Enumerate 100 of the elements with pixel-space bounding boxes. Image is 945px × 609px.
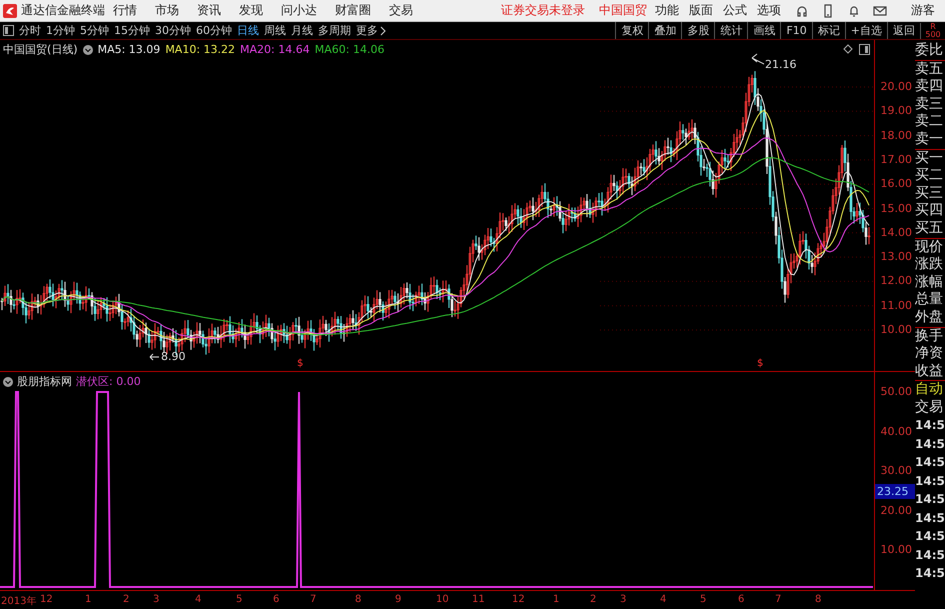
low-price-label: 8.90 xyxy=(161,350,186,363)
price-axis-label: 15.00 xyxy=(880,202,912,214)
quote-label: 卖三 xyxy=(915,96,944,114)
menu-item[interactable]: 资讯 xyxy=(197,2,221,19)
date-axis-label: 10 xyxy=(436,594,449,605)
date-axis-label: 12 xyxy=(40,594,53,605)
period-tab[interactable]: 日线 xyxy=(237,23,259,38)
indicator-axis-label: 40.00 xyxy=(880,424,912,438)
ma-reading: MA10: 13.22 xyxy=(165,43,236,56)
high-price-label: 21.16 xyxy=(765,58,796,71)
trade-time: 14:5 xyxy=(915,454,945,472)
menu-item[interactable]: 行情 xyxy=(113,2,137,19)
quote-label: 自动 xyxy=(915,381,944,399)
price-axis-label: 14.00 xyxy=(880,226,912,239)
panel-toggle-icon[interactable] xyxy=(3,25,14,36)
toolbar-button[interactable]: 返回 xyxy=(887,22,920,39)
app-logo-icon xyxy=(3,4,17,18)
window-toggle-icon[interactable] xyxy=(859,44,870,55)
current-value-tag: 23.25 xyxy=(875,484,915,499)
bell-icon[interactable] xyxy=(847,4,861,18)
toolbar-button[interactable]: 标记 xyxy=(812,22,845,39)
quote-label: 净资 xyxy=(915,345,944,363)
menu-item[interactable]: 功能 xyxy=(655,2,679,19)
quote-label: 总量 xyxy=(915,291,944,309)
corner-label: R 500 xyxy=(920,22,945,38)
quote-label: 买三 xyxy=(915,184,944,202)
dropdown-icon[interactable] xyxy=(82,44,93,54)
trade-time: 14:5 xyxy=(915,510,945,527)
dropdown-icon[interactable] xyxy=(3,376,13,386)
date-axis-label: 3 xyxy=(620,594,626,605)
quote-label: 买一 xyxy=(915,150,944,168)
status-notice: 中国国贸 xyxy=(599,2,647,19)
date-axis-label: 1 xyxy=(553,594,560,605)
quote-label: 卖四 xyxy=(915,78,944,96)
menu-item[interactable]: 选项 xyxy=(757,2,781,19)
menu-item[interactable]: 版面 xyxy=(689,2,713,19)
toolbar-button[interactable]: 统计 xyxy=(714,22,748,39)
date-axis-label: 9 xyxy=(395,594,402,605)
ma-reading: MA20: 14.64 xyxy=(240,43,310,56)
trade-time: 14:5 xyxy=(915,417,945,434)
period-tab[interactable]: 月线 xyxy=(291,23,313,38)
price-axis-label: 16.00 xyxy=(880,177,912,190)
headset-icon[interactable] xyxy=(795,4,809,18)
mail-icon[interactable] xyxy=(873,4,887,18)
period-tab[interactable]: 15分钟 xyxy=(114,23,150,38)
app-title: 通达信金融终端 xyxy=(21,2,105,19)
event-marker: $ xyxy=(297,358,304,369)
date-axis-label: 2013年 xyxy=(1,595,36,608)
toolbar-button[interactable]: 叠加 xyxy=(648,22,682,39)
date-axis-label: 7 xyxy=(775,594,782,605)
ma-reading: MA5: 13.09 xyxy=(98,43,160,56)
date-axis-label: 5 xyxy=(236,594,242,605)
period-tab[interactable]: 分时 xyxy=(19,23,41,38)
trade-time: 14:5 xyxy=(915,436,945,453)
quote-label: 外盘 xyxy=(915,308,944,326)
quote-label: 换手 xyxy=(915,328,944,346)
trade-time: 14:5 xyxy=(915,472,945,490)
toolbar-button[interactable]: 多股 xyxy=(681,22,714,39)
toolbar-button[interactable]: 复权 xyxy=(615,22,648,39)
date-axis-label: 2 xyxy=(590,594,596,605)
price-axis-label: 11.00 xyxy=(880,298,912,312)
quote-label: 交易 xyxy=(915,398,944,416)
quote-label: 涨幅 xyxy=(915,274,944,292)
user-label[interactable]: 游客 xyxy=(911,2,935,19)
date-axis-label: 12 xyxy=(512,594,525,605)
diamond-icon[interactable] xyxy=(843,44,853,54)
indicator-axis-label: 10.00 xyxy=(880,543,912,556)
toolbar-button[interactable]: +自选 xyxy=(844,22,887,39)
date-axis-label: 4 xyxy=(195,594,202,605)
period-tab[interactable]: 5分钟 xyxy=(80,23,109,38)
trade-time: 14:5 xyxy=(915,546,945,564)
date-axis-label: 5 xyxy=(700,594,706,605)
date-axis-label: 8 xyxy=(815,594,822,605)
date-axis-label: 3 xyxy=(153,594,160,605)
period-tab[interactable]: 1分钟 xyxy=(46,23,75,38)
period-tab[interactable]: 多周期 xyxy=(318,23,351,38)
date-axis-label: 4 xyxy=(660,594,666,605)
menu-item[interactable]: 发现 xyxy=(239,2,263,19)
more-button[interactable]: 更多 xyxy=(356,23,386,38)
period-tab[interactable]: 60分钟 xyxy=(196,23,232,38)
price-axis-label: 12.00 xyxy=(880,274,912,288)
date-axis-label: 1 xyxy=(85,594,92,605)
period-tab[interactable]: 30分钟 xyxy=(155,23,191,38)
toolbar-button[interactable]: F10 xyxy=(780,22,812,39)
menu-item[interactable]: 市场 xyxy=(155,2,179,19)
period-tab[interactable]: 周线 xyxy=(264,23,286,38)
toolbar-button[interactable]: 画线 xyxy=(747,22,780,39)
quote-label: 卖二 xyxy=(915,113,944,131)
indicator-axis-label: 20.00 xyxy=(880,504,912,516)
quote-label: 买五 xyxy=(915,220,944,238)
leader-line xyxy=(752,54,764,64)
quote-label: 买四 xyxy=(915,202,944,220)
trade-time: 14:5 xyxy=(915,565,945,582)
menu-item[interactable]: 问小达 xyxy=(281,2,317,19)
trade-time: 14:5 xyxy=(915,491,945,508)
status-notice: 证券交易未登录 xyxy=(501,2,585,19)
menu-item[interactable]: 财富圈 xyxy=(335,2,371,19)
menu-item[interactable]: 公式 xyxy=(723,2,747,19)
menu-item[interactable]: 交易 xyxy=(389,2,413,19)
quote-label: 卖一 xyxy=(915,130,944,149)
